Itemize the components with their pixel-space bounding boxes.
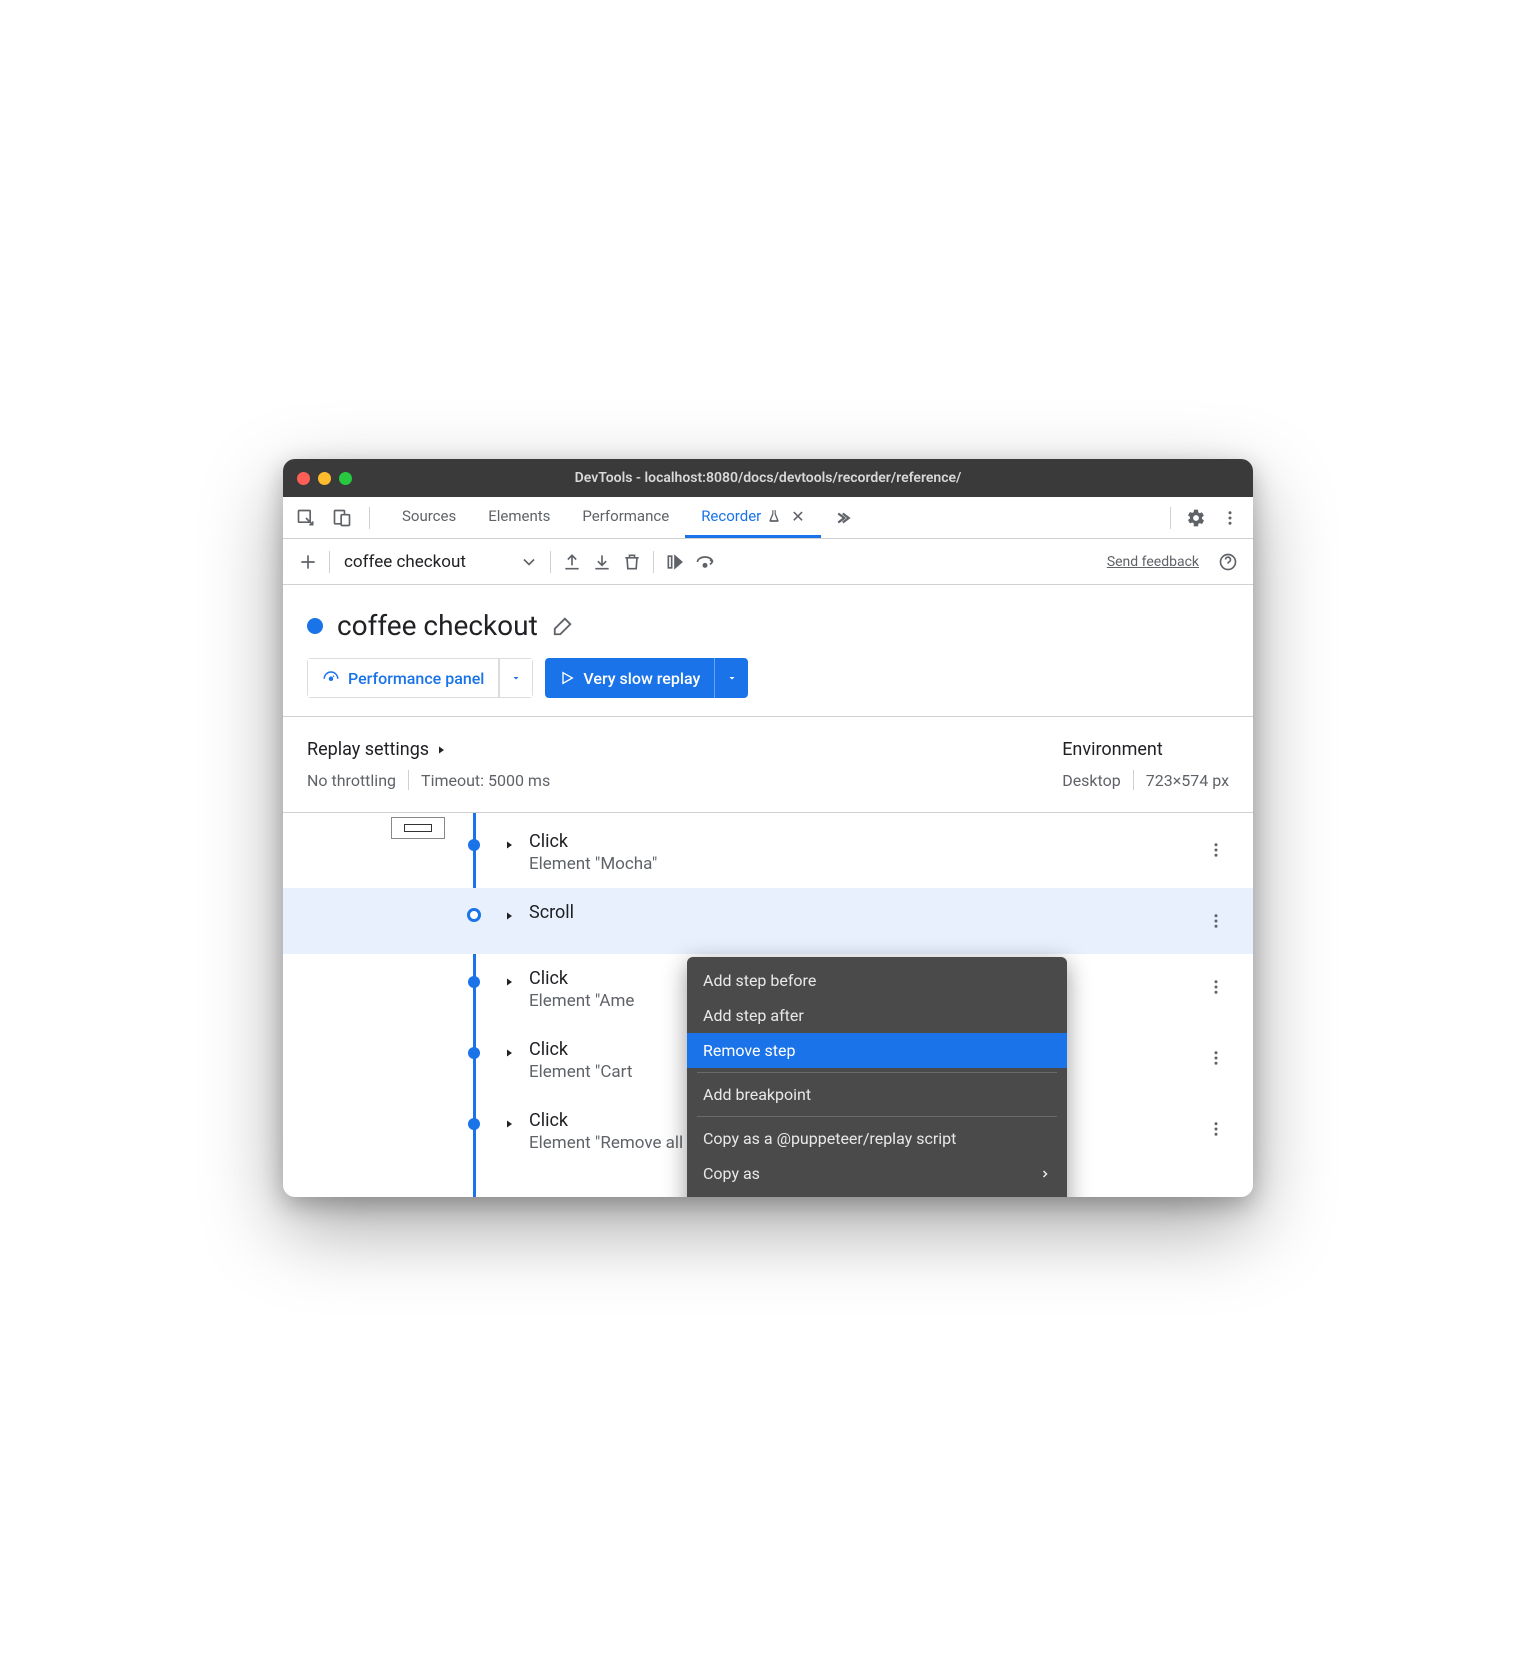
expand-step-icon[interactable] — [503, 1047, 515, 1059]
maximize-window-button[interactable] — [339, 472, 352, 485]
minimize-window-button[interactable] — [318, 472, 331, 485]
steps-timeline: Click Element "Mocha" Scroll Click Eleme… — [283, 813, 1253, 1197]
tabs-bar: Sources Elements Performance Recorder ✕ — [283, 497, 1253, 539]
env-size: 723×574 px — [1146, 771, 1229, 790]
replay-button[interactable]: Very slow replay — [545, 658, 748, 698]
step-marker — [468, 1118, 480, 1130]
replay-settings-toggle[interactable]: Replay settings — [307, 739, 1062, 760]
settings-gear-icon[interactable] — [1181, 503, 1211, 533]
step-replay-icon[interactable] — [660, 547, 690, 577]
edit-title-icon[interactable] — [552, 615, 574, 637]
chevron-right-icon — [1039, 1168, 1051, 1180]
help-icon[interactable] — [1213, 547, 1243, 577]
step-context-menu: Add step before Add step after Remove st… — [687, 957, 1067, 1197]
tab-performance[interactable]: Performance — [566, 497, 685, 538]
env-device: Desktop — [1062, 771, 1121, 790]
environment-label: Environment — [1062, 739, 1229, 760]
ctx-add-step-after[interactable]: Add step after — [687, 998, 1067, 1033]
chevron-right-icon — [435, 744, 447, 756]
step-title: Click — [529, 1039, 632, 1060]
step-item[interactable]: Scroll — [283, 888, 1253, 954]
step-title: Click — [529, 968, 634, 989]
recording-header: coffee checkout Performance panel Very s… — [283, 585, 1253, 717]
step-subtitle: Element "Ame — [529, 991, 634, 1011]
tab-list: Sources Elements Performance Recorder ✕ — [386, 497, 821, 538]
step-marker — [467, 908, 481, 922]
ctx-separator — [697, 1072, 1057, 1073]
replay-speed-dropdown[interactable] — [714, 658, 748, 698]
more-tabs-icon[interactable] — [827, 503, 857, 533]
step-menu-icon[interactable] — [1207, 1120, 1225, 1138]
recording-title: coffee checkout — [337, 609, 538, 642]
recording-name: coffee checkout — [336, 552, 474, 572]
tab-recorder[interactable]: Recorder ✕ — [685, 497, 820, 538]
step-marker — [468, 1047, 480, 1059]
play-icon — [559, 670, 575, 686]
performance-panel-button[interactable]: Performance panel — [307, 658, 533, 698]
tab-sources[interactable]: Sources — [386, 497, 472, 538]
titlebar: DevTools - localhost:8080/docs/devtools/… — [283, 459, 1253, 497]
flask-icon — [767, 509, 781, 523]
step-over-icon[interactable] — [690, 547, 720, 577]
send-feedback-link[interactable]: Send feedback — [1107, 554, 1199, 570]
add-recording-icon[interactable] — [293, 547, 323, 577]
expand-step-icon[interactable] — [503, 910, 515, 922]
settings-row: Replay settings No throttling Timeout: 5… — [283, 717, 1253, 813]
close-tab-icon[interactable]: ✕ — [791, 507, 804, 526]
step-marker — [468, 976, 480, 988]
expand-step-icon[interactable] — [503, 976, 515, 988]
step-title: Scroll — [529, 902, 574, 923]
device-icon[interactable] — [327, 503, 357, 533]
recording-status-dot — [307, 618, 323, 634]
gauge-icon — [322, 669, 340, 687]
expand-step-icon[interactable] — [503, 1118, 515, 1130]
ctx-separator — [697, 1116, 1057, 1117]
step-menu-icon[interactable] — [1207, 841, 1225, 859]
import-icon[interactable] — [587, 547, 617, 577]
ctx-services[interactable]: Services — [687, 1191, 1067, 1197]
recorder-toolbar: coffee checkout Send feedback — [283, 539, 1253, 585]
expand-step-icon[interactable] — [503, 839, 515, 851]
step-menu-icon[interactable] — [1207, 978, 1225, 996]
timeout-value: Timeout: 5000 ms — [421, 771, 550, 790]
ctx-remove-step[interactable]: Remove step — [687, 1033, 1067, 1068]
step-title: Click — [529, 831, 657, 852]
kebab-menu-icon[interactable] — [1215, 503, 1245, 533]
ctx-add-step-before[interactable]: Add step before — [687, 963, 1067, 998]
inspect-icon[interactable] — [291, 503, 321, 533]
step-menu-icon[interactable] — [1207, 1049, 1225, 1067]
step-menu-icon[interactable] — [1207, 912, 1225, 930]
delete-icon[interactable] — [617, 547, 647, 577]
step-subtitle: Element "Mocha" — [529, 854, 657, 874]
step-subtitle: Element "Cart — [529, 1062, 632, 1082]
window-title: DevTools - localhost:8080/docs/devtools/… — [283, 470, 1253, 486]
ctx-copy-as[interactable]: Copy as — [687, 1156, 1067, 1191]
performance-panel-dropdown[interactable] — [499, 658, 533, 698]
traffic-lights — [297, 472, 352, 485]
step-marker — [468, 839, 480, 851]
export-icon[interactable] — [557, 547, 587, 577]
tab-elements[interactable]: Elements — [472, 497, 566, 538]
ctx-add-breakpoint[interactable]: Add breakpoint — [687, 1077, 1067, 1112]
throttle-value: No throttling — [307, 771, 396, 790]
devtools-window: DevTools - localhost:8080/docs/devtools/… — [283, 459, 1253, 1197]
recording-dropdown-icon[interactable] — [514, 547, 544, 577]
step-item[interactable]: Click Element "Mocha" — [283, 817, 1253, 888]
close-window-button[interactable] — [297, 472, 310, 485]
ctx-copy-puppeteer[interactable]: Copy as a @puppeteer/replay script — [687, 1121, 1067, 1156]
